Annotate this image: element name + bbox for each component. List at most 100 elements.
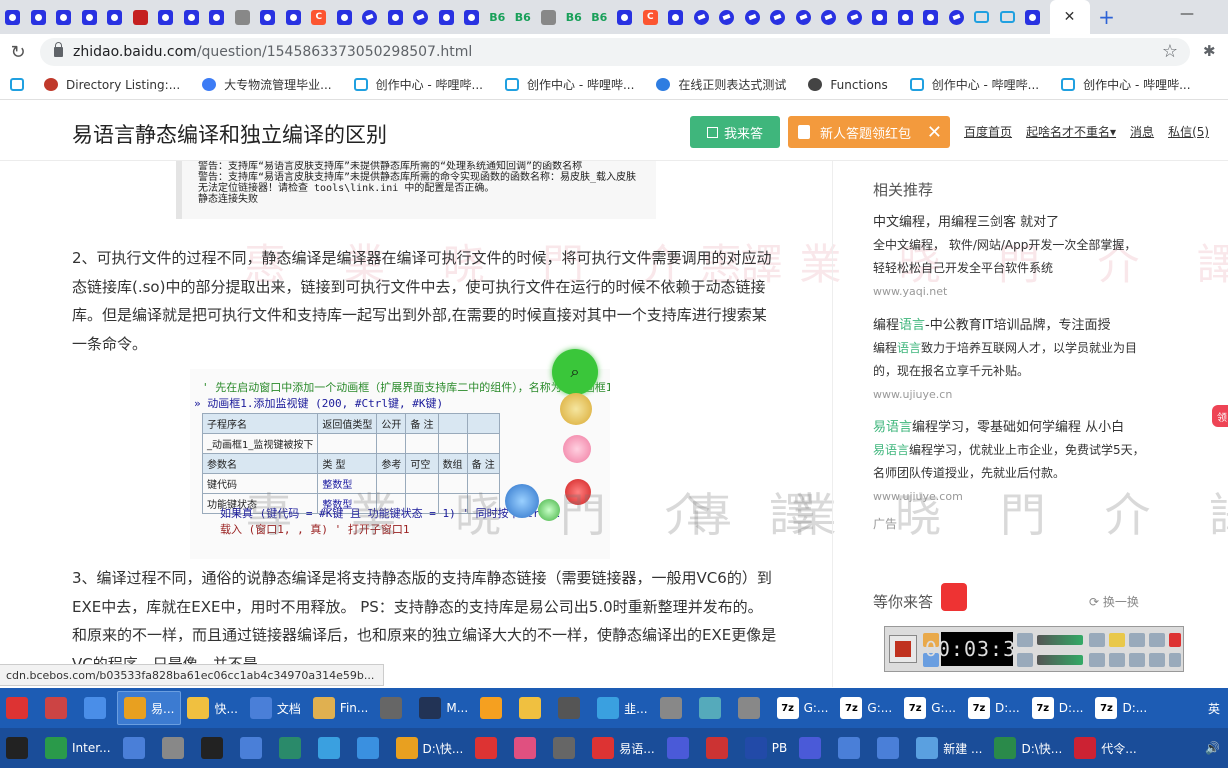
taskbar-button[interactable]: M... [413,691,474,725]
bookmark-item[interactable]: 创作中心 - 哔哩哔... [353,76,483,93]
taskbar-button[interactable]: 7z D:... [1089,691,1153,725]
taskbar-button[interactable] [351,731,390,765]
taskbar-button[interactable]: 7z G:... [771,691,835,725]
taskbar-button[interactable]: 7z G:... [834,691,898,725]
taskbar-button[interactable]: 代令... [1068,731,1142,765]
browser-tab[interactable] [204,0,230,34]
speaker-icon[interactable] [1017,633,1033,647]
ad-title[interactable]: 易语言编程学习，零基础如何学编程 从小白 [873,416,1145,439]
settings-icon[interactable] [1129,633,1145,647]
active-tab[interactable]: ✕ [1049,0,1090,34]
nav-messages-link[interactable]: 消息 [1130,123,1154,140]
taskbar-button[interactable]: 7z D:... [962,691,1026,725]
close-icon[interactable] [1169,633,1181,647]
taskbar-button[interactable] [39,691,78,725]
extensions-icon[interactable]: ✱ [1203,42,1216,60]
webcam-icon[interactable] [1089,633,1105,647]
browser-tab[interactable] [434,0,460,34]
browser-tab[interactable]: C [638,0,664,34]
browser-tab[interactable] [663,0,689,34]
browser-tab[interactable]: B6 [510,0,536,34]
taskbar-button[interactable]: 7z G:... [898,691,962,725]
ad-url[interactable]: www.yaqi.net [873,280,1145,303]
mic-volume-meter[interactable] [1037,655,1083,665]
browser-tab[interactable] [944,0,970,34]
browser-tab[interactable] [0,0,26,34]
browser-tab[interactable] [765,0,791,34]
folder-icon[interactable] [1109,633,1125,647]
browser-tab[interactable] [357,0,383,34]
taskbar-button[interactable]: 7z D:... [1026,691,1090,725]
taskbar-button[interactable] [156,731,195,765]
taskbar-button[interactable] [0,691,39,725]
browser-tab[interactable] [714,0,740,34]
browser-tab[interactable]: B6 [485,0,511,34]
bookmark-item[interactable]: 在线正则表达式测试 [656,76,786,93]
taskbar-button[interactable] [78,691,117,725]
taskbar-button[interactable]: D:\快... [988,731,1068,765]
taskbar-button[interactable]: Fin... [307,691,374,725]
taskbar-button[interactable] [552,691,591,725]
taskbar-button[interactable]: D:\快... [390,731,470,765]
ad-url[interactable]: www.ujiuye.com [873,485,1145,508]
taskbar-button[interactable] [195,731,234,765]
browser-tab[interactable] [689,0,715,34]
taskbar-button[interactable] [661,731,700,765]
taskbar-button[interactable] [547,731,586,765]
minimize-button[interactable]: — [1180,6,1194,22]
ad-title[interactable]: 中文编程，用编程三剑客 就对了 [873,211,1145,234]
browser-tab[interactable] [230,0,256,34]
taskbar-button[interactable] [793,731,832,765]
browser-tab[interactable] [816,0,842,34]
ad-item[interactable]: 中文编程，用编程三剑客 就对了 全中文编程， 软件/网站/App开发一次全部掌握… [873,211,1145,303]
ad-url[interactable]: www.ujiuye.cn [873,383,1145,406]
taskbar-button[interactable]: 文档 [244,691,307,725]
ime-indicator[interactable]: 英 [1208,700,1228,717]
volume-icon[interactable]: 🔊 [1205,741,1228,755]
lock-icon[interactable] [54,42,63,57]
browser-tab[interactable] [153,0,179,34]
browser-tab[interactable] [893,0,919,34]
bookmark-item[interactable]: 创作中心 - 哔哩哔... [505,76,634,93]
browser-tab[interactable] [51,0,77,34]
taskbar-button[interactable] [654,691,693,725]
window-icon[interactable] [1129,653,1145,667]
browser-tab[interactable] [995,0,1021,34]
browser-tab[interactable] [842,0,868,34]
taskbar-button[interactable] [513,691,552,725]
browser-tab[interactable] [77,0,103,34]
close-promo-icon[interactable]: ✕ [927,122,942,143]
bookmark-item[interactable]: 创作中心 - 哔哩哔... [1061,76,1191,93]
address-bar[interactable]: zhidao.baidu.com/question/15458633730502… [40,38,1190,66]
side-float-badge[interactable]: 领 [1212,405,1228,427]
ad-title[interactable]: 编程语言-中公教育IT培训品牌，专注面授 [873,314,1145,337]
taskbar-button[interactable] [474,691,513,725]
close-tab-icon[interactable]: ✕ [1064,9,1076,25]
record-stop-button[interactable] [889,635,917,663]
taskbar-button[interactable] [508,731,547,765]
pen-tool-icon[interactable] [1149,633,1165,647]
browser-tab[interactable] [383,0,409,34]
bookmark-star-icon[interactable]: ☆ [1162,41,1178,62]
nav-home-link[interactable]: 百度首页 [964,123,1012,140]
taskbar-button[interactable] [234,731,273,765]
nav-private-messages-link[interactable]: 私信(5) [1168,123,1209,140]
browser-tab[interactable] [612,0,638,34]
nav-user-link[interactable]: 起啥名才不重名▾ [1026,123,1116,140]
browser-tab[interactable] [459,0,485,34]
monitor-icon[interactable] [1149,653,1165,667]
browser-tab[interactable] [969,0,995,34]
browser-tab[interactable] [740,0,766,34]
taskbar-button[interactable] [374,691,413,725]
reload-icon[interactable]: ↻ [0,42,36,63]
taskbar-button[interactable] [700,731,739,765]
taskbar-button[interactable]: 易语... [586,731,660,765]
new-tab-button[interactable]: + [1090,0,1124,34]
browser-tab[interactable] [791,0,817,34]
taskbar-button[interactable]: PB [739,731,793,765]
browser-tab[interactable]: B6 [587,0,613,34]
browser-tab[interactable] [536,0,562,34]
browser-tab[interactable] [867,0,893,34]
bookmark-item[interactable]: 创作中心 - 哔哩哔... [909,76,1039,93]
fullscreen-icon[interactable] [1109,653,1125,667]
